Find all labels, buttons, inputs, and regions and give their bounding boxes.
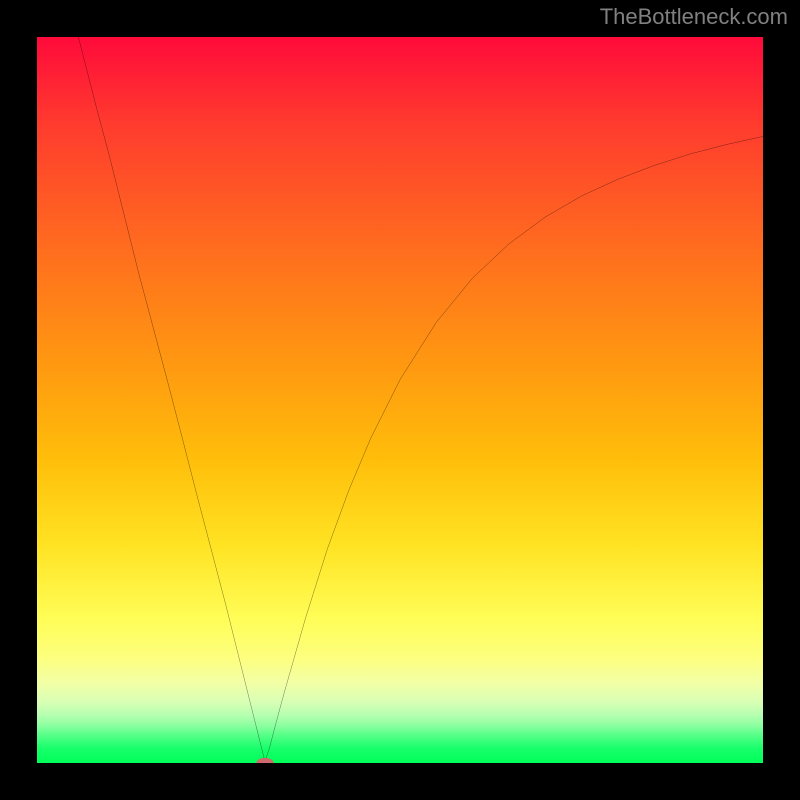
chart-container: TheBottleneck.com [0,0,800,800]
watermark-text: TheBottleneck.com [600,4,788,30]
min-marker [256,758,273,763]
curve-svg [37,37,763,763]
plot-area [37,37,763,763]
bottleneck-curve [78,37,763,762]
